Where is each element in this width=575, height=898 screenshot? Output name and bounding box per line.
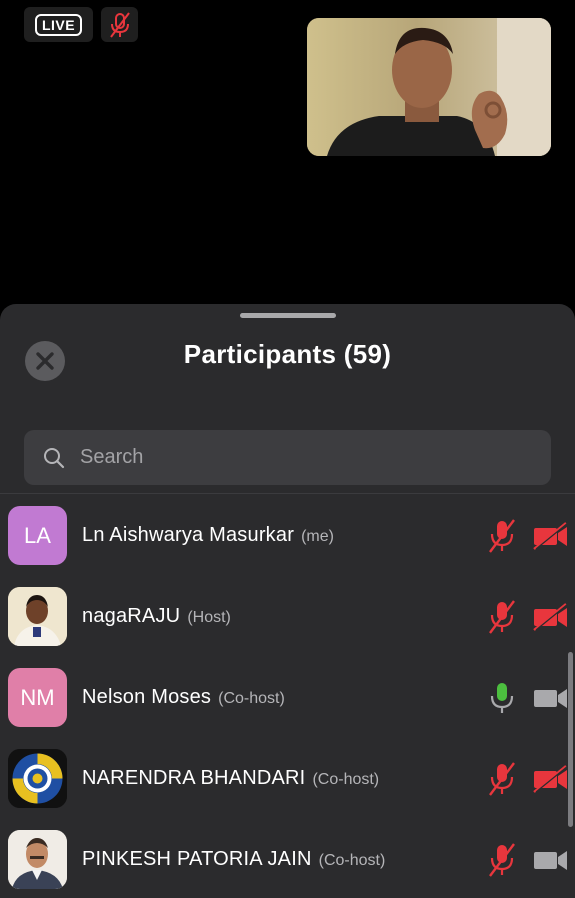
mic-muted-icon[interactable] [101, 7, 138, 42]
participant-row[interactable]: LA Ln Aishwarya Masurkar (me) [0, 495, 575, 576]
lions-logo [8, 749, 67, 808]
participant-role: (Host) [187, 609, 231, 626]
search-icon [44, 447, 65, 468]
participant-role: (Co-host) [312, 771, 380, 788]
participant-name: nagaRAJU [82, 605, 181, 627]
participant-row[interactable]: NARENDRA BHANDARI (Co-host) [0, 738, 575, 819]
mic-active-icon[interactable] [485, 679, 519, 717]
scrollbar[interactable] [568, 652, 573, 827]
participant-name: NARENDRA BHANDARI [82, 767, 306, 789]
participant-name: PINKESH PATORIA JAIN [82, 848, 312, 870]
mic-muted-icon[interactable] [485, 760, 519, 798]
live-badge[interactable]: LIVE [24, 7, 93, 42]
video-on-icon[interactable] [531, 683, 571, 713]
search-input[interactable] [80, 446, 500, 469]
divider [0, 493, 575, 494]
participant-role: (me) [301, 528, 334, 545]
search-bar[interactable] [24, 430, 551, 485]
participants-panel: Participants (59) LA Ln Aishwarya Masurk… [0, 304, 575, 898]
avatar: NM [8, 668, 67, 727]
avatar-initials: LA [24, 522, 51, 548]
participant-role: (Co-host) [318, 852, 386, 869]
drag-handle[interactable] [240, 313, 336, 318]
avatar [8, 587, 67, 646]
avatar-initials: NM [20, 684, 55, 710]
video-off-icon[interactable] [531, 521, 571, 551]
avatar [8, 749, 67, 808]
participant-row[interactable]: NM Nelson Moses (Co-host) [0, 657, 575, 738]
profile-photo [8, 587, 67, 646]
participant-name: Nelson Moses [82, 686, 212, 708]
mic-muted-icon[interactable] [485, 841, 519, 879]
mic-muted-icon[interactable] [485, 517, 519, 555]
participant-list: LA Ln Aishwarya Masurkar (me) nagaRAJU (… [0, 495, 575, 898]
panel-title: Participants (59) [183, 339, 392, 369]
participant-row[interactable]: nagaRAJU (Host) [0, 576, 575, 657]
self-video-tile[interactable] [307, 18, 551, 156]
mic-muted-icon[interactable] [485, 598, 519, 636]
video-off-icon[interactable] [531, 602, 571, 632]
video-feed-image [307, 18, 551, 156]
avatar: LA [8, 506, 67, 565]
live-label: LIVE [34, 13, 83, 36]
profile-photo [8, 830, 67, 889]
participant-row[interactable]: PINKESH PATORIA JAIN (Co-host) [0, 819, 575, 898]
participant-role: (Co-host) [218, 690, 285, 707]
video-off-icon[interactable] [531, 764, 571, 794]
avatar [8, 830, 67, 889]
participant-name: Ln Aishwarya Masurkar [82, 524, 295, 546]
video-on-icon[interactable] [531, 845, 571, 875]
